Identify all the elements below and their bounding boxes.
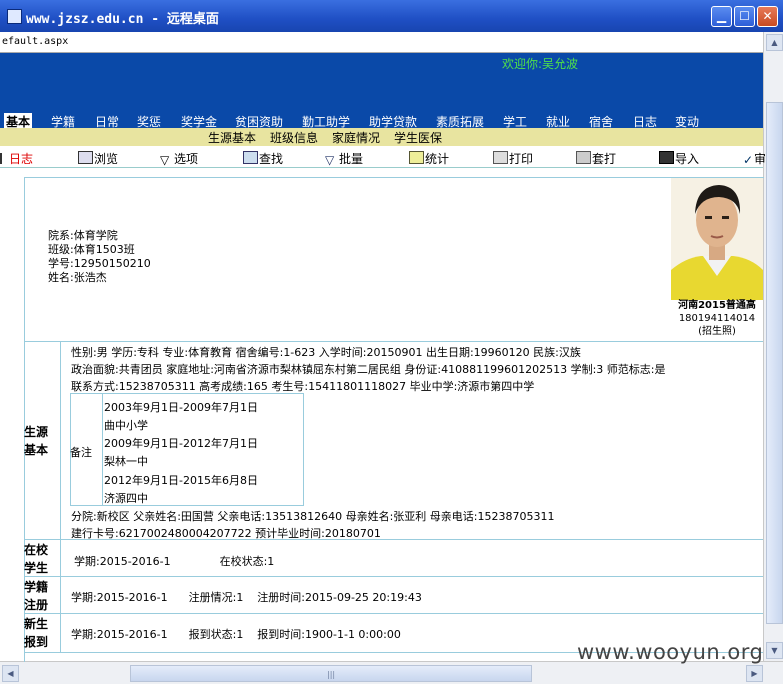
remarks-line: 2012年9月1日-2015年6月8日	[104, 474, 258, 487]
section-source-label-1: 生源	[24, 425, 49, 439]
section-source-label-2: 基本	[24, 443, 49, 457]
tool-print-label: 打印	[509, 152, 534, 166]
horizontal-scroll-thumb[interactable]: |||	[130, 665, 532, 682]
section-newcomer-label-2: 报到	[24, 635, 49, 649]
vertical-scrollbar[interactable]: ▲ ▼	[763, 32, 783, 661]
minimize-button[interactable]: ▁	[711, 6, 732, 27]
student-name: 姓名:张浩杰	[48, 271, 107, 284]
vertical-scroll-thumb[interactable]	[766, 102, 783, 624]
welcome-text: 欢迎你:吴允波	[502, 57, 579, 71]
section-source-label: 生源 基本	[24, 341, 61, 539]
photo-caption-line1: 河南2015普通高	[678, 300, 756, 311]
header-banner	[0, 53, 763, 113]
tool-log[interactable]: 日志	[0, 150, 33, 167]
section-registered-label: 学籍 注册	[24, 577, 61, 613]
photo-caption-line2: 180194114014	[678, 313, 756, 324]
remarks-line: 济源四中	[104, 492, 148, 505]
filter-icon: ▽	[160, 153, 170, 167]
horizontal-scrollbar[interactable]: ◀ ||| ▶	[0, 661, 783, 684]
remarks-line: 2009年9月1日-2012年7月1日	[104, 437, 258, 450]
subnav-class-info[interactable]: 班级信息	[270, 129, 318, 146]
log-icon	[0, 153, 8, 164]
source-row-2: 政治面貌:共青团员 家庭地址:河南省济源市梨林镇屈东村第二居民组 身份证:410…	[71, 363, 666, 376]
check-icon: ✓	[743, 153, 754, 167]
photo-caption: 河南2015普通高 180194114014 (招生照)	[671, 299, 763, 338]
sub-nav: 生源基本 班级信息 家庭情况 学生医保	[0, 128, 763, 146]
template-print-icon	[576, 151, 591, 164]
main-nav: 基本 学籍 日常 奖惩 奖学金 贫困资助 勤工助学 助学贷款 素质拓展 学工 就…	[0, 113, 763, 130]
tool-template-print-label: 套打	[592, 152, 617, 166]
source-row-3: 联系方式:15238705311 高考成绩:165 考生号:1541180111…	[71, 380, 535, 393]
browse-icon	[78, 151, 93, 164]
tool-browse[interactable]: 浏览	[78, 150, 118, 167]
source-row-1: 性别:男 学历:专科 专业:体育教育 宿舍编号:1-623 入学时间:20150…	[71, 346, 581, 359]
tool-log-label: 日志	[9, 152, 34, 166]
section-newcomer-label-1: 新生	[24, 617, 49, 631]
stats-icon	[409, 151, 424, 164]
address-text: efault.aspx	[2, 36, 69, 47]
watermark: www.wooyun.org	[577, 640, 764, 664]
student-id: 学号:12950150210	[48, 257, 151, 270]
tool-batch-label: 批量	[339, 152, 364, 166]
tool-find-label: 查找	[259, 152, 284, 166]
subnav-family[interactable]: 家庭情况	[332, 129, 380, 146]
student-class: 班级:体育1503班	[48, 243, 135, 256]
tool-options-label: 选项	[174, 152, 199, 166]
window-titlebar: www.jzsz.edu.cn - 远程桌面 ▁ ☐ ✕	[0, 0, 783, 32]
remote-desktop-icon	[7, 9, 22, 24]
tool-stats-label: 统计	[425, 152, 450, 166]
close-button[interactable]: ✕	[757, 6, 778, 27]
scroll-up-icon[interactable]: ▲	[766, 34, 783, 51]
source-row-4: 分院:新校区 父亲姓名:田国营 父亲电话:13513812640 母亲姓名:张亚…	[71, 510, 555, 523]
tool-print[interactable]: 打印	[493, 150, 533, 167]
tool-stats[interactable]: 统计	[409, 150, 449, 167]
tool-batch[interactable]: ▽ 批量	[325, 150, 363, 167]
section-registered-label-1: 学籍	[24, 580, 49, 594]
remarks-line: 2003年9月1日-2009年7月1日	[104, 401, 258, 414]
newcomer-text: 学期:2015-2016-1 报到状态:1 报到时间:1900-1-1 0:00…	[71, 628, 401, 641]
photo-caption-line3: (招生照)	[698, 326, 736, 337]
enrolled-text: 学期:2015-2016-1 在校状态:1	[74, 555, 275, 568]
section-registered-label-2: 注册	[24, 598, 49, 612]
student-header: 院系:体育学院 班级:体育1503班 学号:12950150210 姓名:张浩杰	[48, 229, 151, 285]
tool-template-print[interactable]: 套打	[576, 150, 616, 167]
window-title: www.jzsz.edu.cn - 远程桌面	[26, 12, 219, 27]
tool-import[interactable]: 导入	[659, 150, 699, 167]
batch-icon: ▽	[325, 153, 335, 167]
subnav-insurance[interactable]: 学生医保	[394, 129, 442, 146]
toolbar: 日志 浏览 ▽ 选项 查找 ▽ 批量 统计 打印 套打 导入 ✓审	[0, 147, 766, 168]
save-icon	[659, 151, 674, 164]
student-photo-image	[671, 178, 763, 300]
subnav-source-basic[interactable]: 生源基本	[208, 129, 256, 146]
section-newcomer-label: 新生 报到	[24, 614, 61, 652]
remarks-label: 备注	[70, 446, 92, 459]
find-icon	[243, 151, 258, 164]
print-icon	[493, 151, 508, 164]
student-dept: 院系:体育学院	[48, 229, 118, 242]
tool-find[interactable]: 查找	[243, 150, 283, 167]
tool-browse-label: 浏览	[94, 152, 119, 166]
section-enrolled-label-1: 在校	[24, 543, 49, 557]
student-photo	[671, 178, 763, 300]
scroll-down-icon[interactable]: ▼	[766, 642, 783, 659]
address-bar[interactable]: efault.aspx	[0, 32, 763, 53]
remarks-divider	[102, 393, 103, 506]
tool-audit[interactable]: ✓审	[743, 150, 766, 167]
maximize-button[interactable]: ☐	[734, 6, 755, 27]
scroll-left-icon[interactable]: ◀	[2, 665, 19, 682]
tool-import-label: 导入	[675, 152, 700, 166]
tool-options[interactable]: ▽ 选项	[160, 150, 198, 167]
source-row-5: 建行卡号:6217002480004207722 预计毕业时间:20180701	[71, 527, 381, 540]
section-enrolled-label: 在校 学生	[24, 540, 61, 576]
tool-audit-label: 审	[754, 152, 767, 166]
remarks-line: 梨林一中	[104, 455, 148, 468]
remarks-line: 曲中小学	[104, 419, 148, 432]
scroll-right-icon[interactable]: ▶	[746, 665, 763, 682]
section-enrolled-label-2: 学生	[24, 561, 49, 575]
registered-text: 学期:2015-2016-1 注册情况:1 注册时间:2015-09-25 20…	[71, 591, 422, 604]
